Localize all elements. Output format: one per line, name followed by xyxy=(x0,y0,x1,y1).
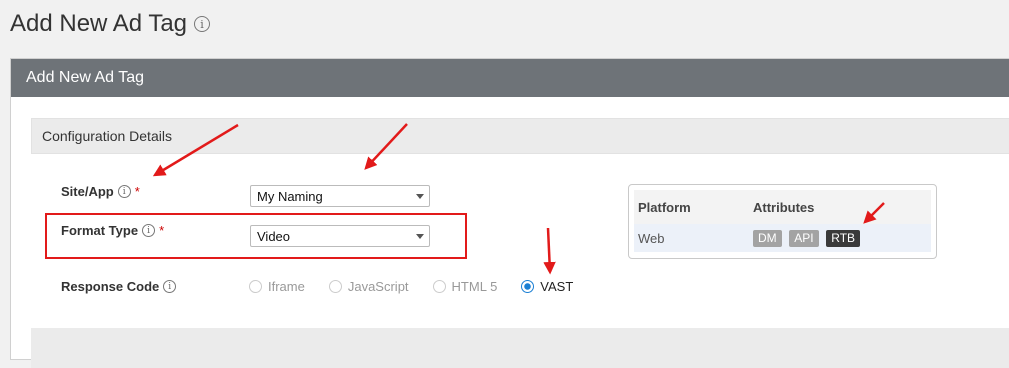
info-icon[interactable]: i xyxy=(117,185,131,198)
column-header-platform: Platform xyxy=(638,199,691,215)
page-title: Add New Ad Tag i xyxy=(10,10,211,38)
site-app-select[interactable]: My Naming xyxy=(250,185,430,207)
format-type-label-text: Format Type xyxy=(61,223,139,238)
radio-button[interactable] xyxy=(328,280,342,293)
radio-label: VAST xyxy=(540,279,574,294)
radio-vast[interactable]: VAST xyxy=(521,279,573,294)
radio-button[interactable] xyxy=(432,280,446,293)
format-type-label: Format Type i * xyxy=(61,223,164,238)
attribute-badge-api: API xyxy=(789,229,819,247)
page-title-text: Add New Ad Tag xyxy=(10,10,188,37)
chevron-down-icon xyxy=(416,234,424,239)
info-icon[interactable]: i xyxy=(194,16,211,32)
format-type-select-value: Video xyxy=(257,228,291,244)
site-app-label-text: Site/App xyxy=(61,184,114,199)
platform-attributes-box: Platform Attributes Web DM API RTB xyxy=(628,184,937,259)
info-icon[interactable]: i xyxy=(142,224,156,237)
platform-cell: Web xyxy=(638,230,665,246)
panel-header-title: Add New Ad Tag xyxy=(26,69,145,86)
radio-label: HTML 5 xyxy=(451,279,498,294)
radio-iframe[interactable]: Iframe xyxy=(249,279,305,294)
attribute-badge-dm: DM xyxy=(753,229,782,247)
radio-html5[interactable]: HTML 5 xyxy=(432,279,498,294)
radio-label: JavaScript xyxy=(347,279,409,294)
site-app-label: Site/App i * xyxy=(61,184,140,199)
required-marker: * xyxy=(134,184,140,199)
required-marker: * xyxy=(159,223,165,238)
info-icon[interactable]: i xyxy=(163,280,177,293)
add-ad-tag-panel: Add New Ad Tag Configuration Details Sit… xyxy=(10,58,1009,368)
chevron-down-icon xyxy=(416,194,424,199)
site-app-select-value: My Naming xyxy=(257,188,323,204)
panel-header: Add New Ad Tag xyxy=(11,59,1009,97)
radio-button-checked[interactable] xyxy=(521,280,535,293)
table-header: Platform Attributes xyxy=(634,190,931,224)
column-header-attributes: Attributes xyxy=(753,199,815,215)
response-code-radio-group: Iframe JavaScript HTML 5 VAST xyxy=(249,279,597,294)
format-type-select[interactable]: Video xyxy=(250,225,430,247)
section-title: Configuration Details xyxy=(42,128,172,144)
attribute-badge-rtb: RTB xyxy=(826,229,861,247)
radio-javascript[interactable]: JavaScript xyxy=(328,279,409,294)
response-code-label: Response Code i xyxy=(61,279,177,294)
response-code-label-text: Response Code xyxy=(61,279,160,294)
table-row: Web DM API RTB xyxy=(634,224,931,252)
radio-label: Iframe xyxy=(268,279,305,294)
radio-button[interactable] xyxy=(249,280,262,293)
platform-table: Platform Attributes Web DM API RTB xyxy=(634,190,931,252)
next-section-bar xyxy=(31,328,1009,368)
attributes-cell: DM API RTB xyxy=(753,229,864,247)
configuration-details-section: Configuration Details xyxy=(31,118,1009,154)
